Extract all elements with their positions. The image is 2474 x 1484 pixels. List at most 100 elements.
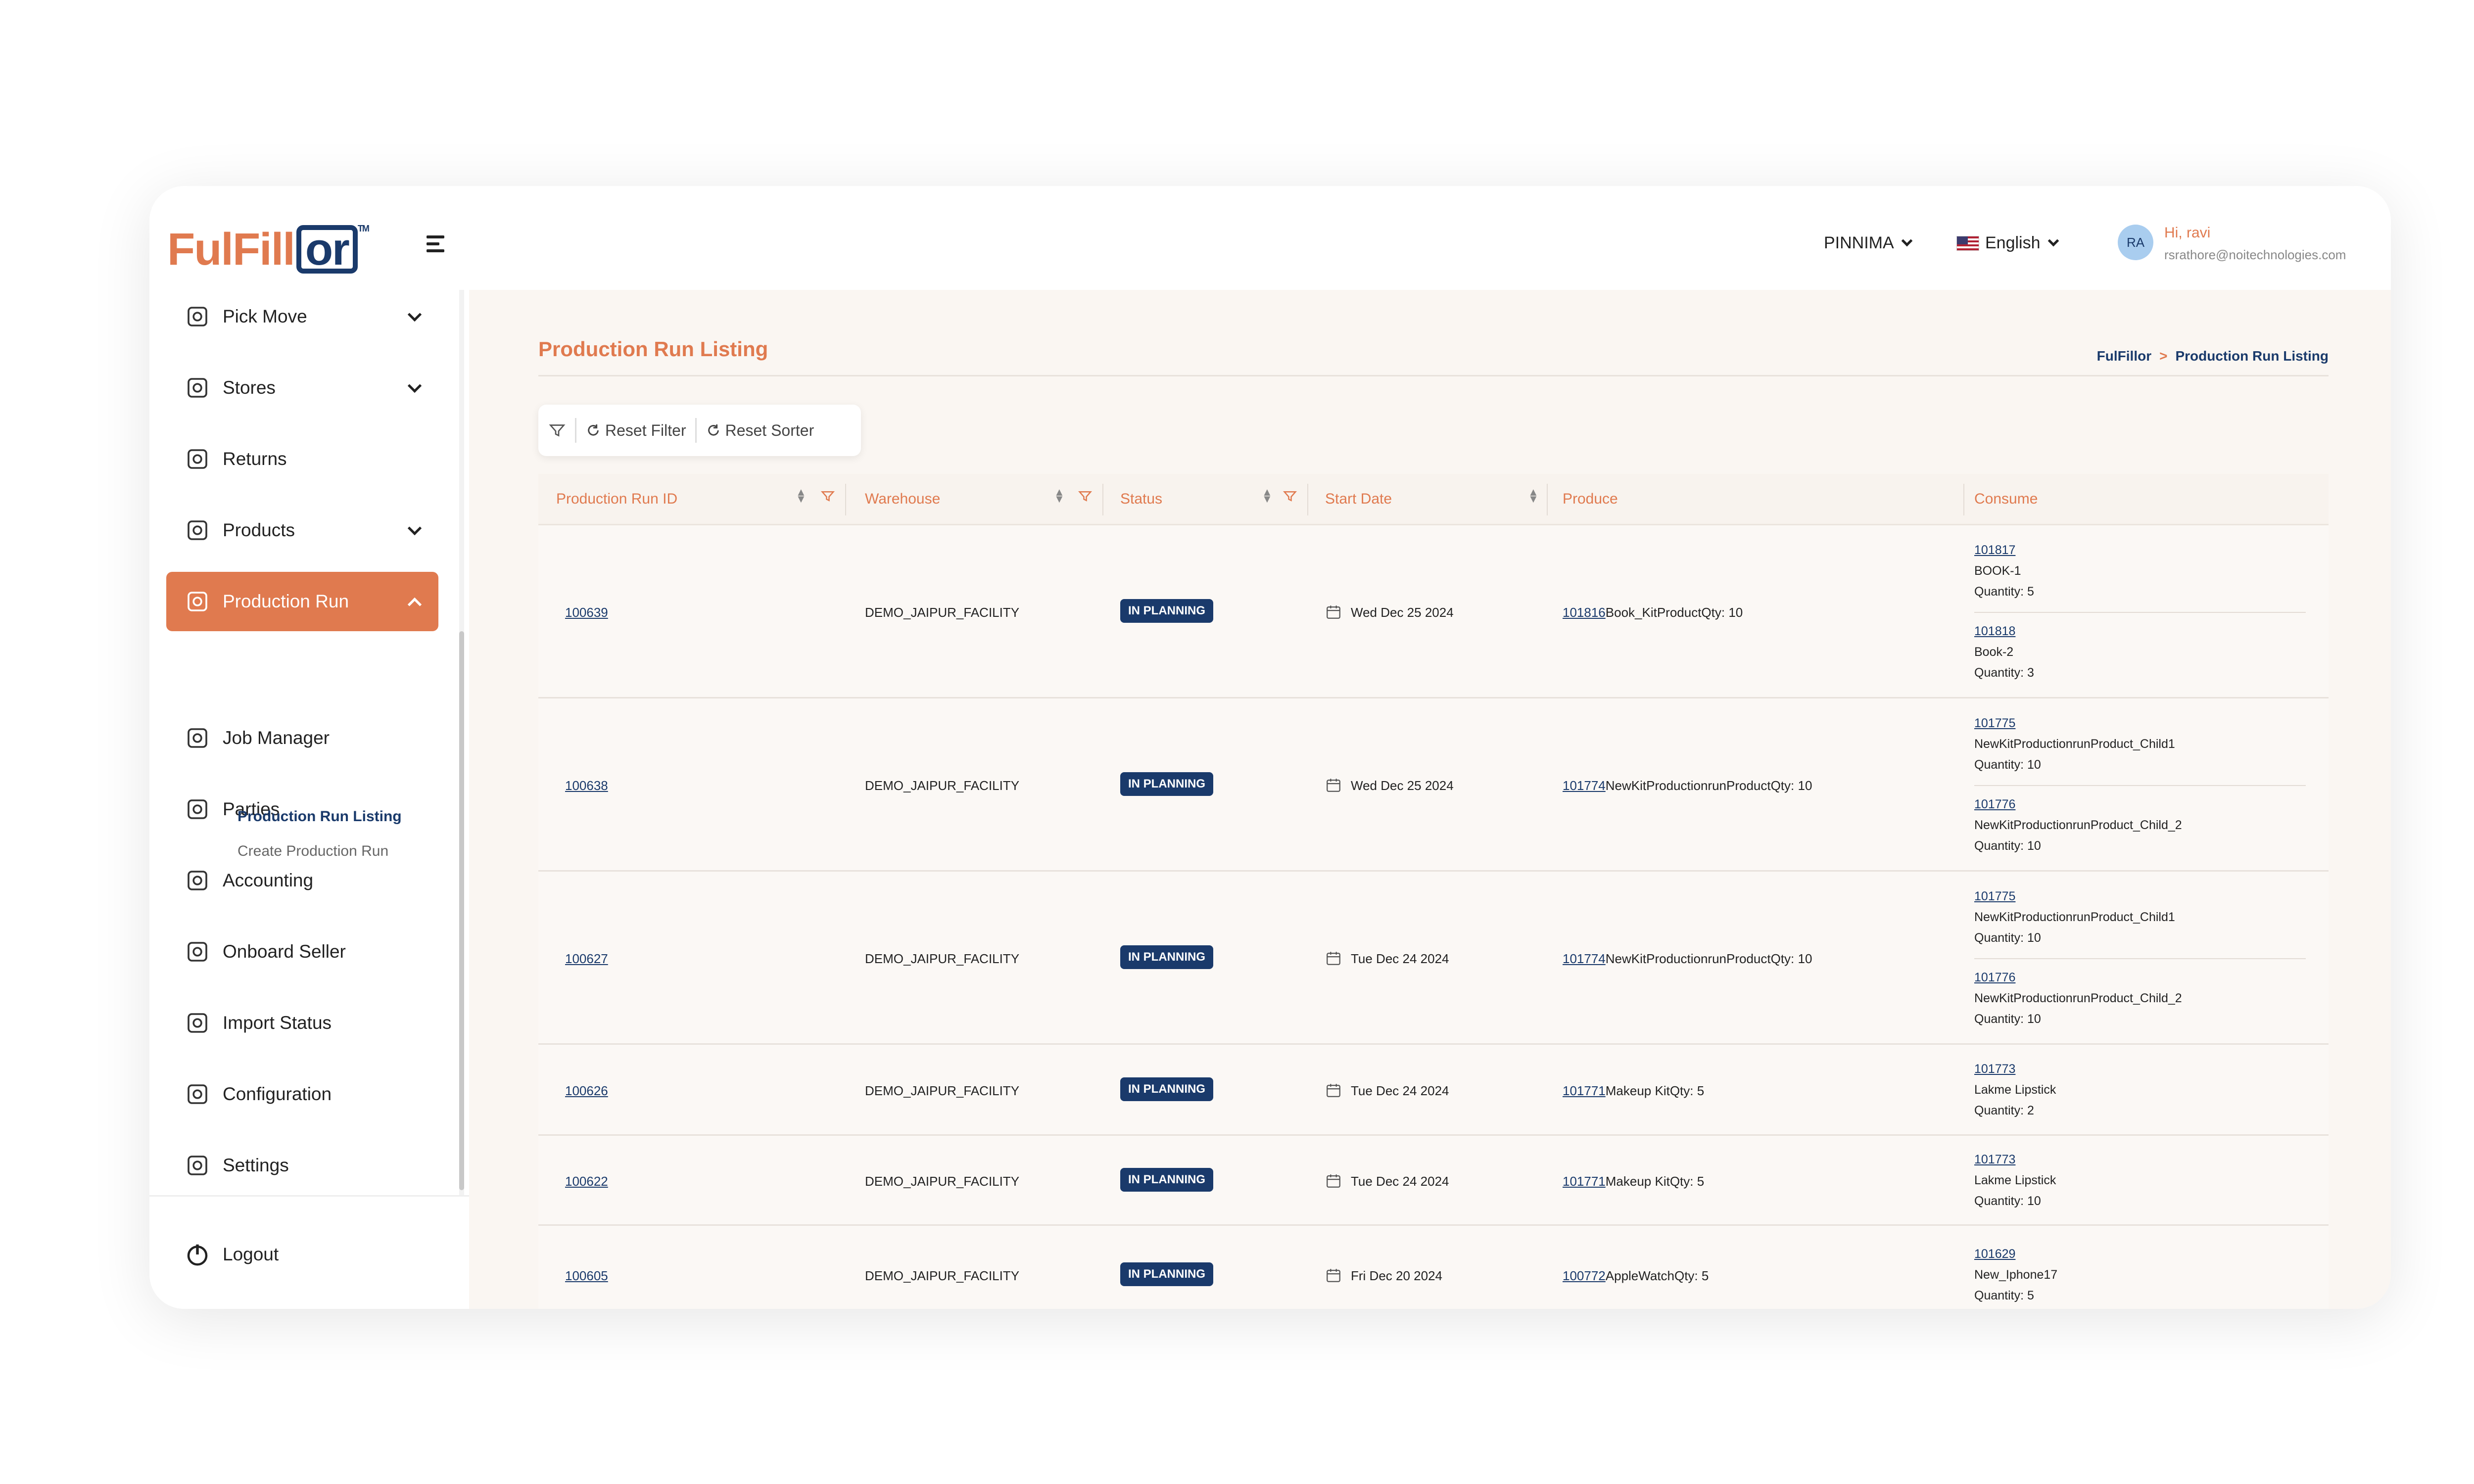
consume-id-link[interactable]: 101817 bbox=[1974, 540, 2034, 560]
logout-button[interactable]: Logout bbox=[166, 1227, 279, 1282]
filter-icon[interactable] bbox=[1283, 489, 1297, 504]
consume-id-link[interactable]: 101776 bbox=[1974, 794, 2182, 815]
consume-id-link[interactable]: 101776 bbox=[1974, 967, 2182, 988]
sidebar-item-accounting[interactable]: Accounting bbox=[166, 851, 438, 910]
sidebar-item-production-run[interactable]: Production Run bbox=[166, 572, 438, 631]
table-row[interactable]: 100605 DEMO_JAIPUR_FACILITY IN PLANNING Fri… bbox=[538, 1226, 2329, 1309]
column-start-date[interactable]: Start Date bbox=[1325, 491, 1392, 508]
column-warehouse[interactable]: Warehouse bbox=[865, 491, 940, 508]
reset-filter-label: Reset Filter bbox=[605, 421, 686, 439]
production-run-icon bbox=[184, 588, 211, 615]
warehouse-cell: DEMO_JAIPUR_FACILITY bbox=[865, 778, 1020, 793]
column-divider bbox=[1963, 484, 1964, 515]
consume-item: 101818 Book-2 Quantity: 3 bbox=[1974, 621, 2034, 683]
sub-item-create-production-run[interactable]: Create Production Run bbox=[238, 843, 388, 860]
consume-id-link[interactable]: 101775 bbox=[1974, 886, 2175, 907]
consume-id-link[interactable]: 101773 bbox=[1974, 1059, 2056, 1079]
calendar-icon bbox=[1327, 952, 1340, 965]
consume-quantity: Quantity: 10 bbox=[1974, 758, 2041, 772]
reset-sorter-button[interactable]: Reset Sorter bbox=[706, 421, 814, 440]
filter-icon[interactable] bbox=[820, 489, 835, 504]
sort-icon[interactable]: ▲ ▼ bbox=[796, 487, 807, 505]
reset-sorter-label: Reset Sorter bbox=[725, 421, 814, 439]
filter-button[interactable] bbox=[548, 421, 566, 439]
app-window: FulFill or TM PINNIMA English RA Hi, ravi … bbox=[149, 186, 2391, 1309]
sort-icon[interactable]: ▲ ▼ bbox=[1262, 487, 1273, 505]
consume-id-link[interactable]: 101773 bbox=[1974, 1149, 2056, 1170]
table-toolbar: Reset Filter Reset Sorter bbox=[538, 405, 861, 456]
sidebar-item-returns[interactable]: Returns bbox=[166, 429, 438, 489]
reset-filter-button[interactable]: Reset Filter bbox=[585, 421, 686, 440]
consume-name: NewKitProductionrunProduct_Child_2 bbox=[1974, 818, 2182, 832]
avatar[interactable]: RA bbox=[2118, 225, 2153, 260]
column-divider bbox=[845, 484, 846, 515]
job-manager-icon bbox=[184, 725, 211, 751]
status-badge: IN PLANNING bbox=[1120, 945, 1213, 969]
produce-id-link[interactable]: 101774 bbox=[1563, 778, 1606, 793]
sidebar-collapse-icon[interactable] bbox=[427, 235, 448, 255]
consume-quantity: Quantity: 10 bbox=[1974, 1194, 2041, 1208]
produce-id-link[interactable]: 101774 bbox=[1563, 951, 1606, 966]
column-produce[interactable]: Produce bbox=[1563, 491, 1618, 508]
table-row[interactable]: 100626 DEMO_JAIPUR_FACILITY IN PLANNING Tue… bbox=[538, 1045, 2329, 1136]
sidebar-scrollbar-thumb[interactable] bbox=[459, 631, 464, 1190]
sidebar-item-pick-move[interactable]: Pick Move bbox=[166, 287, 438, 346]
configuration-icon bbox=[184, 1081, 211, 1108]
sidebar-item-settings[interactable]: Settings bbox=[166, 1136, 438, 1195]
status-badge: IN PLANNING bbox=[1120, 599, 1213, 623]
production-run-id-link[interactable]: 100626 bbox=[565, 1083, 608, 1099]
column-divider bbox=[1547, 484, 1548, 515]
table-row[interactable]: 100639 DEMO_JAIPUR_FACILITY IN PLANNING Wed… bbox=[538, 525, 2329, 698]
sidebar-item-stores[interactable]: Stores bbox=[166, 358, 438, 417]
produce-id-link[interactable]: 101771 bbox=[1563, 1083, 1606, 1098]
sort-icon[interactable]: ▲ ▼ bbox=[1054, 487, 1065, 505]
sidebar-item-job-manager[interactable]: Job Manager bbox=[166, 708, 438, 768]
produce-id-link[interactable]: 101771 bbox=[1563, 1174, 1606, 1189]
consume-id-link[interactable]: 101629 bbox=[1974, 1244, 2057, 1264]
sidebar-item-import-status[interactable]: Import Status bbox=[166, 993, 438, 1053]
language-dropdown[interactable]: English bbox=[1956, 233, 2059, 253]
table-row[interactable]: 100622 DEMO_JAIPUR_FACILITY IN PLANNING Tue… bbox=[538, 1136, 2329, 1226]
column-status[interactable]: Status bbox=[1120, 491, 1162, 508]
sidebar-item-label: Returns bbox=[223, 449, 287, 469]
warehouse-cell: DEMO_JAIPUR_FACILITY bbox=[865, 605, 1020, 620]
breadcrumb-separator: > bbox=[2159, 348, 2168, 364]
production-run-id-link[interactable]: 100627 bbox=[565, 951, 608, 967]
chevron-icon[interactable] bbox=[407, 307, 422, 322]
breadcrumb-home[interactable]: FulFillor bbox=[2097, 348, 2151, 364]
tenant-dropdown[interactable]: PINNIMA bbox=[1824, 233, 1913, 253]
production-run-id-link[interactable]: 100639 bbox=[565, 605, 608, 620]
filter-icon[interactable] bbox=[1078, 489, 1093, 504]
sidebar-item-configuration[interactable]: Configuration bbox=[166, 1065, 438, 1124]
chevron-icon[interactable] bbox=[407, 597, 422, 612]
consume-name: Lakme Lipstick bbox=[1974, 1173, 2056, 1187]
power-icon bbox=[184, 1241, 211, 1268]
produce-cell: 101774NewKitProductionrunProductQty: 10 bbox=[1563, 951, 1812, 967]
sidebar-item-onboard-seller[interactable]: Onboard Seller bbox=[166, 922, 438, 981]
production-run-id-link[interactable]: 100622 bbox=[565, 1174, 608, 1189]
consume-item: 101775 NewKitProductionrunProduct_Child1 Q… bbox=[1974, 886, 2175, 948]
parties-icon bbox=[184, 796, 211, 823]
column-consume[interactable]: Consume bbox=[1974, 491, 2038, 508]
produce-id-link[interactable]: 100772 bbox=[1563, 1268, 1606, 1283]
table-row[interactable]: 100627 DEMO_JAIPUR_FACILITY IN PLANNING Tue… bbox=[538, 872, 2329, 1045]
sidebar-item-products[interactable]: Products bbox=[166, 501, 438, 560]
table-row[interactable]: 100638 DEMO_JAIPUR_FACILITY IN PLANNING Wed… bbox=[538, 698, 2329, 872]
consume-id-link[interactable]: 101818 bbox=[1974, 621, 2034, 642]
fulfillor-logo[interactable]: FulFill or TM bbox=[167, 224, 370, 276]
chevron-icon[interactable] bbox=[407, 521, 422, 536]
produce-text: AppleWatchQty: 5 bbox=[1605, 1268, 1709, 1283]
column-production-run-id[interactable]: Production Run ID bbox=[556, 491, 677, 508]
logo-text: FulFill bbox=[167, 224, 295, 275]
consume-name: NewKitProductionrunProduct_Child_2 bbox=[1974, 991, 2182, 1005]
start-date-cell: Wed Dec 25 2024 bbox=[1351, 605, 1454, 620]
production-run-id-link[interactable]: 100638 bbox=[565, 778, 608, 793]
produce-id-link[interactable]: 101816 bbox=[1563, 605, 1606, 620]
chevron-icon[interactable] bbox=[407, 378, 422, 393]
production-run-id-link[interactable]: 100605 bbox=[565, 1268, 608, 1284]
page-title: Production Run Listing bbox=[538, 337, 768, 361]
consume-id-link[interactable]: 101775 bbox=[1974, 713, 2175, 734]
user-greeting[interactable]: Hi, ravi bbox=[2164, 225, 2210, 241]
sort-icon[interactable]: ▲ ▼ bbox=[1528, 487, 1539, 505]
sub-item-production-run-listing[interactable]: Production Run Listing bbox=[238, 808, 402, 825]
